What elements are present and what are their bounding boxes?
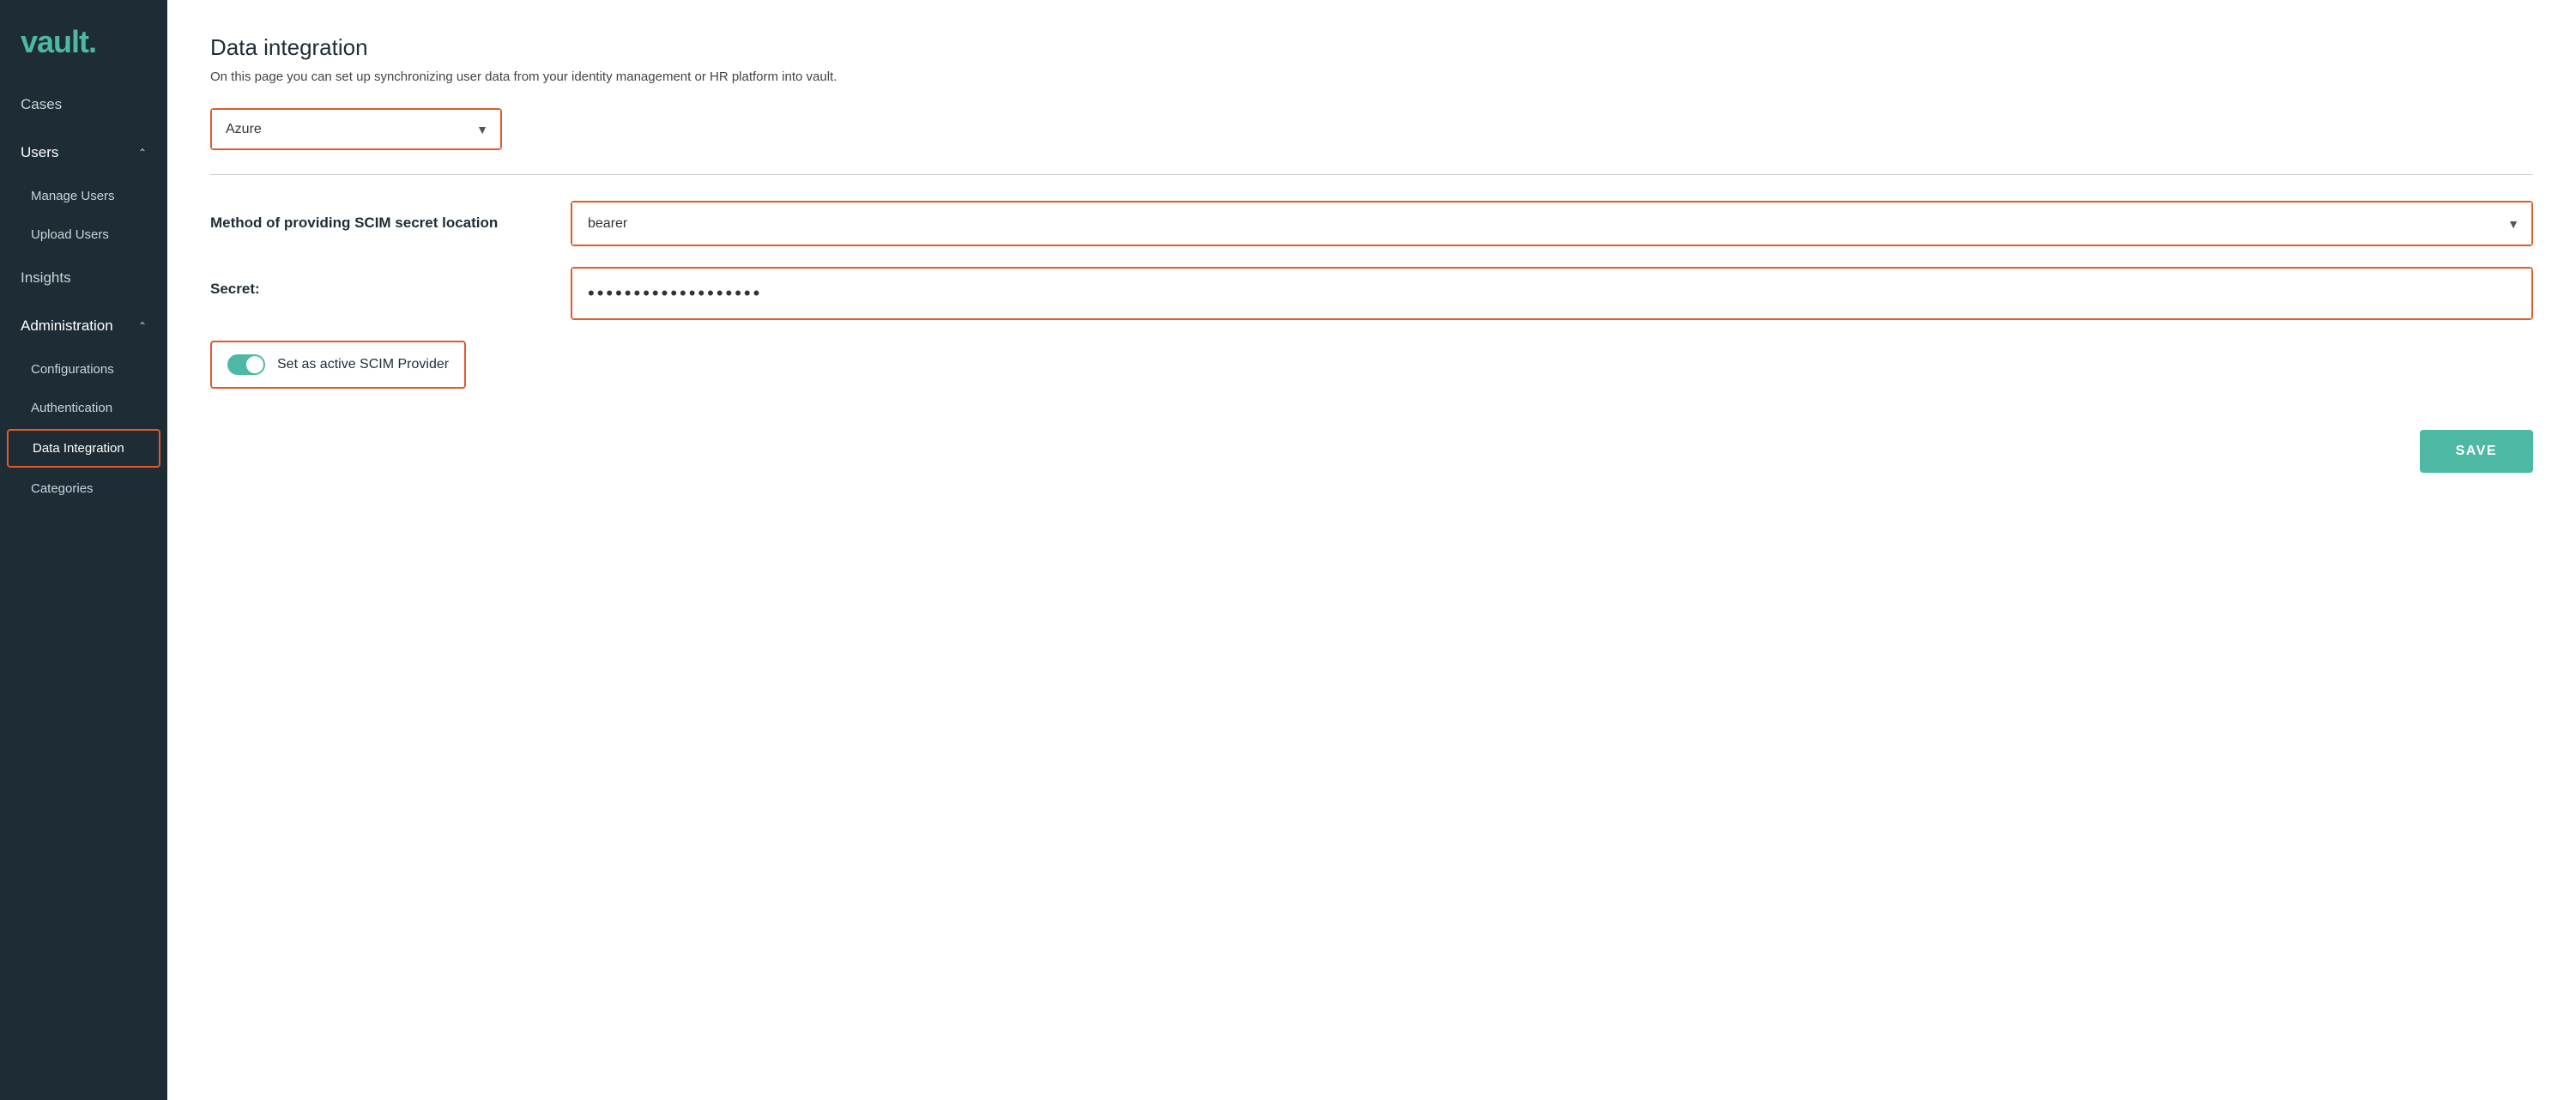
provider-select[interactable]: Azure Okta Google Custom <box>212 110 500 148</box>
scim-method-select[interactable]: bearer header query <box>572 202 2531 245</box>
sidebar-item-insights-label: Insights <box>21 269 71 287</box>
provider-select-wrapper: Azure Okta Google Custom ▼ <box>210 108 502 150</box>
section-divider <box>210 174 2533 175</box>
sidebar-item-configurations[interactable]: Configurations <box>0 350 167 389</box>
scim-secret-label: Secret: <box>210 267 536 298</box>
sidebar-item-authentication[interactable]: Authentication <box>0 389 167 427</box>
sidebar-item-users-label: Users <box>21 144 58 161</box>
save-button[interactable]: SAVE <box>2420 430 2533 473</box>
scim-section: Method of providing SCIM secret location… <box>210 201 2533 473</box>
sidebar: vault. Cases Users ⌃ Manage Users Upload… <box>0 0 167 1100</box>
sidebar-item-administration[interactable]: Administration ⌃ <box>0 302 167 350</box>
app-logo: vault. <box>0 0 167 81</box>
scim-method-row: Method of providing SCIM secret location… <box>210 201 2533 246</box>
page-subtitle: On this page you can set up synchronizin… <box>210 70 2533 84</box>
sidebar-item-insights[interactable]: Insights <box>0 254 167 302</box>
page-title: Data integration <box>210 34 2533 61</box>
active-scim-toggle-label: Set as active SCIM Provider <box>277 357 449 372</box>
sidebar-item-data-integration[interactable]: Data Integration <box>7 429 160 468</box>
save-button-wrapper: SAVE <box>210 430 2533 473</box>
sidebar-item-cases-label: Cases <box>21 96 62 113</box>
main-content: Data integration On this page you can se… <box>167 0 2576 1100</box>
sidebar-item-cases[interactable]: Cases <box>0 81 167 129</box>
scim-secret-input[interactable] <box>572 269 2531 318</box>
scim-method-label: Method of providing SCIM secret location <box>210 201 536 232</box>
sidebar-item-categories[interactable]: Categories <box>0 469 167 508</box>
active-scim-toggle[interactable] <box>227 354 265 375</box>
sidebar-item-users[interactable]: Users ⌃ <box>0 129 167 177</box>
scim-method-select-wrapper: bearer header query ▼ <box>571 201 2533 246</box>
sidebar-item-upload-users[interactable]: Upload Users <box>0 215 167 254</box>
toggle-knob <box>246 356 263 373</box>
scim-secret-input-wrapper <box>571 267 2533 320</box>
chevron-up-icon-admin: ⌃ <box>138 320 147 332</box>
scim-secret-row: Secret: <box>210 267 2533 320</box>
sidebar-item-manage-users[interactable]: Manage Users <box>0 177 167 215</box>
sidebar-item-administration-label: Administration <box>21 317 113 335</box>
chevron-up-icon: ⌃ <box>138 147 147 159</box>
active-scim-toggle-row[interactable]: Set as active SCIM Provider <box>210 341 466 389</box>
